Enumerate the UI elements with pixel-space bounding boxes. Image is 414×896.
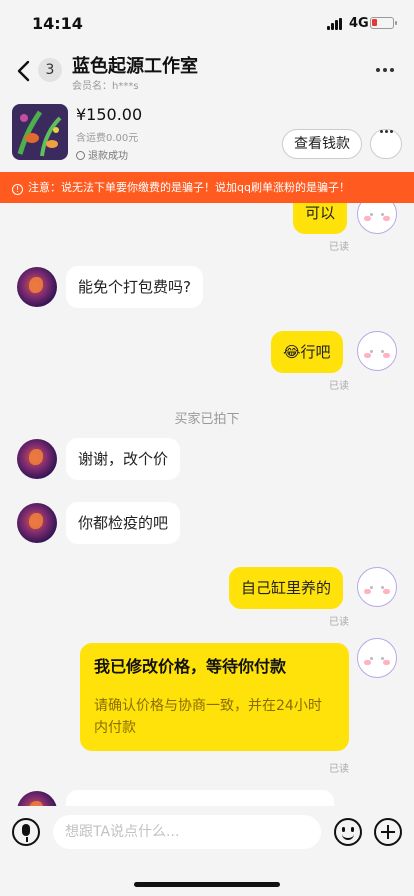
shipping-info: 含运费0.00元 bbox=[76, 133, 139, 144]
message-bubble-sent[interactable]: 自己缸里养的 bbox=[229, 567, 344, 609]
emoji-icon[interactable] bbox=[334, 818, 362, 846]
my-avatar[interactable] bbox=[357, 638, 397, 678]
laugh-emoji: 😂 bbox=[283, 343, 301, 361]
microphone-icon[interactable] bbox=[12, 818, 40, 846]
card-title: 我已修改价格，等待你付款 bbox=[94, 657, 287, 676]
product-price: ¥150.00 bbox=[76, 105, 143, 124]
refund-status-text: 退款成功 bbox=[88, 151, 128, 162]
read-receipt: 已读 bbox=[329, 764, 349, 775]
card-description: 请确认价格与协商一致，并在24小时内付款 bbox=[94, 698, 322, 736]
seller-avatar[interactable] bbox=[17, 439, 57, 479]
back-icon[interactable] bbox=[12, 56, 38, 86]
more-icon[interactable] bbox=[376, 68, 398, 74]
input-bar bbox=[0, 806, 414, 896]
member-name: 会员名：h***s bbox=[72, 81, 139, 92]
unread-count-badge[interactable]: 3 bbox=[38, 58, 62, 82]
message-bubble-sent[interactable]: 😂行吧 bbox=[271, 331, 343, 373]
refund-status: 退款成功 bbox=[76, 147, 128, 162]
my-avatar[interactable] bbox=[357, 567, 397, 607]
price-changed-card[interactable]: 我已修改价格，等待你付款 请确认价格与协商一致，并在24小时内付款 bbox=[80, 643, 349, 751]
warning-text: 注意：说无法下单要你缴费的是骗子！说加qq刷单涨粉的是骗子！ bbox=[28, 181, 350, 194]
message-bubble-received[interactable]: 谢谢，改个价 bbox=[66, 438, 181, 480]
product-bar[interactable]: ¥150.00 含运费0.00元 退款成功 查看钱款 bbox=[0, 96, 414, 170]
message-input[interactable] bbox=[53, 815, 321, 849]
message-bubble-received[interactable] bbox=[66, 790, 334, 806]
add-icon[interactable] bbox=[374, 818, 402, 846]
product-thumbnail[interactable] bbox=[12, 104, 68, 160]
message-bubble-received[interactable]: 你都检疫的吧 bbox=[66, 502, 181, 544]
seller-avatar[interactable] bbox=[17, 791, 57, 806]
system-message: 买家已拍下 bbox=[174, 412, 240, 427]
chat-header: 3 蓝色起源工作室 会员名：h***s bbox=[0, 46, 414, 96]
check-icon bbox=[76, 151, 85, 160]
seller-avatar[interactable] bbox=[17, 503, 57, 543]
my-avatar[interactable] bbox=[357, 331, 397, 371]
chat-title: 蓝色起源工作室 bbox=[72, 56, 198, 77]
status-bar: 14:14 4G bbox=[0, 0, 414, 46]
read-receipt: 已读 bbox=[329, 242, 349, 253]
battery-icon bbox=[370, 17, 397, 29]
message-bubble-received[interactable]: 能免个打包费吗? bbox=[66, 266, 203, 308]
signal-icon bbox=[327, 18, 345, 30]
home-indicator bbox=[134, 882, 280, 887]
seller-avatar[interactable] bbox=[17, 267, 57, 307]
status-time: 14:14 bbox=[32, 14, 83, 33]
warning-icon: ! bbox=[12, 184, 23, 195]
scam-warning-banner[interactable]: ! 注意：说无法下单要你缴费的是骗子！说加qq刷单涨粉的是骗子！ bbox=[0, 172, 414, 203]
network-type: 4G bbox=[349, 16, 369, 31]
read-receipt: 已读 bbox=[329, 617, 349, 628]
product-more-button[interactable] bbox=[370, 129, 402, 159]
chat-area[interactable]: 可以 已读 能免个打包费吗? 😂行吧 已读 买家已拍下 谢谢，改个价 你都检疫的… bbox=[0, 172, 414, 806]
view-payment-button[interactable]: 查看钱款 bbox=[282, 129, 362, 159]
read-receipt: 已读 bbox=[329, 381, 349, 392]
message-text: 行吧 bbox=[300, 343, 331, 361]
